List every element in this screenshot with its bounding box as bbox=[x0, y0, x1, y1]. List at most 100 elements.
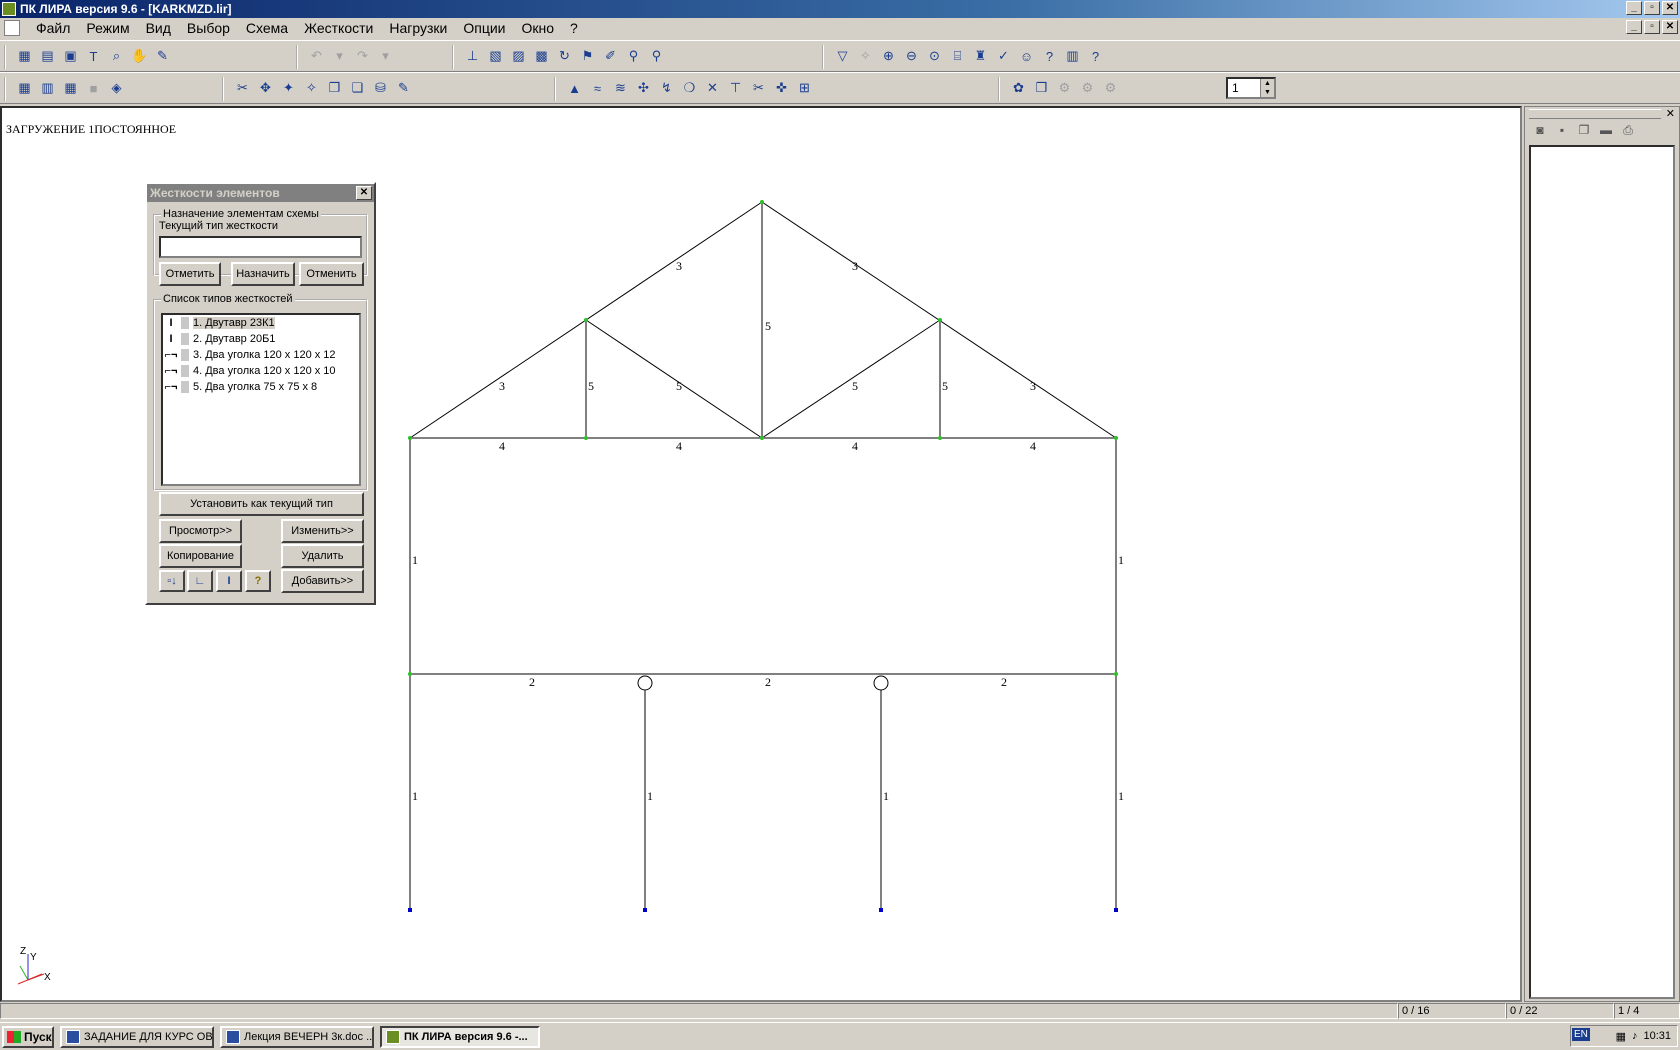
menu-options[interactable]: Опции bbox=[455, 20, 513, 36]
spinner-arrows[interactable]: ▲ ▼ bbox=[1260, 79, 1274, 97]
edit-button[interactable]: Изменить>> bbox=[281, 519, 364, 543]
axes-icon[interactable]: ⊥ bbox=[462, 45, 483, 67]
paste-icon[interactable]: ❏ bbox=[347, 77, 368, 99]
sparkle-icon[interactable]: ✧ bbox=[301, 77, 322, 99]
section-table-icon[interactable]: ▫↓ bbox=[159, 570, 185, 592]
load-area-icon[interactable]: ≋ bbox=[610, 77, 631, 99]
nodes-icon[interactable]: ✣ bbox=[633, 77, 654, 99]
clipboard-icon[interactable]: ❒ bbox=[1031, 77, 1052, 99]
document-icon[interactable] bbox=[4, 20, 20, 36]
copy-button[interactable]: Копирование bbox=[159, 544, 242, 568]
mdi-restore-button[interactable]: ▫ bbox=[1644, 20, 1660, 34]
bottle-icon[interactable]: ♜ bbox=[970, 45, 991, 67]
task-lira[interactable]: ПК ЛИРА версия 9.6 -... bbox=[380, 1025, 540, 1048]
cube-icon[interactable]: ◈ bbox=[106, 77, 127, 99]
gear2-icon[interactable]: ⚙ bbox=[1077, 77, 1098, 99]
panel-close-icon[interactable]: ✕ bbox=[1666, 107, 1675, 120]
mdi-close-button[interactable]: ✕ bbox=[1662, 20, 1678, 34]
open-icon[interactable]: ▤ bbox=[37, 45, 58, 67]
rotate-icon[interactable]: ↻ bbox=[554, 45, 575, 67]
pick-icon[interactable]: ✜ bbox=[771, 77, 792, 99]
move-icon[interactable]: ✥ bbox=[255, 77, 276, 99]
list-item[interactable]: I 1. Двутавр 23К1 bbox=[163, 315, 359, 331]
clock[interactable]: 10:31 bbox=[1643, 1030, 1671, 1042]
menu-stiffness[interactable]: Жесткости bbox=[296, 20, 381, 36]
save-icon[interactable]: ▪ bbox=[1553, 123, 1571, 141]
load-line-icon[interactable]: ≈ bbox=[587, 77, 608, 99]
grid-small-icon[interactable]: ⊞ bbox=[794, 77, 815, 99]
close-button[interactable]: ✕ bbox=[1662, 1, 1678, 15]
menu-select[interactable]: Выбор bbox=[179, 20, 238, 36]
zoom-fit-icon[interactable]: ⊙ bbox=[924, 45, 945, 67]
task-word-1[interactable]: ЗАДАНИЕ ДЛЯ КУРС ОВ... bbox=[60, 1025, 214, 1048]
person-icon[interactable]: ☺ bbox=[1016, 45, 1037, 67]
zoom-out-icon[interactable]: ⊖ bbox=[901, 45, 922, 67]
flower-icon[interactable]: ✿ bbox=[1008, 77, 1029, 99]
hand-icon[interactable]: ✋ bbox=[129, 45, 150, 67]
grid-icon[interactable]: ▦ bbox=[14, 77, 35, 99]
undo-icon[interactable]: ↶ bbox=[306, 45, 327, 67]
book-icon[interactable]: ▥ bbox=[1062, 45, 1083, 67]
help-icon[interactable]: ? bbox=[245, 570, 271, 592]
zoom-icon[interactable]: ⚲ bbox=[623, 45, 644, 67]
save-icon[interactable]: ▣ bbox=[60, 45, 81, 67]
angle-section-icon[interactable]: ∟ bbox=[187, 570, 213, 592]
copy-icon[interactable]: ❐ bbox=[1575, 123, 1593, 141]
redo-dropdown-icon[interactable]: ▾ bbox=[375, 45, 396, 67]
menu-view[interactable]: Вид bbox=[138, 20, 179, 36]
support-icon[interactable]: ▲ bbox=[564, 77, 585, 99]
start-button[interactable]: Пуск bbox=[2, 1025, 54, 1048]
network-icon[interactable]: ▦ bbox=[1616, 1030, 1626, 1043]
list-item[interactable]: ⌐¬ 4. Два уголка 120 x 120 x 10 bbox=[163, 363, 359, 379]
set-current-button[interactable]: Установить как текущий тип bbox=[159, 492, 364, 516]
dialog-title-bar[interactable]: Жесткости элементов ✕ bbox=[147, 184, 374, 202]
help-icon[interactable]: ? bbox=[1085, 45, 1106, 67]
menu-help[interactable]: ? bbox=[562, 20, 586, 36]
find-icon[interactable]: ⌕ bbox=[106, 45, 127, 67]
menu-scheme[interactable]: Схема bbox=[238, 20, 296, 36]
new-icon[interactable]: ▦ bbox=[14, 45, 35, 67]
scissors-icon[interactable]: ✂ bbox=[748, 77, 769, 99]
gear3-icon[interactable]: ⚙ bbox=[1100, 77, 1121, 99]
stiffness-list[interactable]: I 1. Двутавр 23К1 I 2. Двутавр 20Б1 ⌐¬ 3. Д… bbox=[161, 313, 361, 486]
xy-view-icon[interactable]: ▨ bbox=[508, 45, 529, 67]
jar-icon[interactable]: ⛁ bbox=[370, 77, 391, 99]
task-word-2[interactable]: Лекция ВЕЧЕРН 3к.doc ... bbox=[220, 1025, 374, 1048]
add-button[interactable]: Добавить>> bbox=[281, 569, 364, 593]
wrench-icon[interactable]: ✎ bbox=[393, 77, 414, 99]
menu-loads[interactable]: Нагрузки bbox=[381, 20, 455, 36]
frame-icon[interactable]: ⌸ bbox=[947, 45, 968, 67]
menu-window[interactable]: Окно bbox=[513, 20, 562, 36]
table-icon[interactable]: ▦ bbox=[60, 77, 81, 99]
cancel-assign-button[interactable]: Отменить bbox=[299, 262, 364, 286]
pencil-icon[interactable]: ✐ bbox=[600, 45, 621, 67]
i-section-icon[interactable]: I bbox=[216, 570, 242, 592]
list-item[interactable]: ⌐¬ 3. Два уголка 120 x 120 x 12 bbox=[163, 347, 359, 363]
maximize-button[interactable]: ▫ bbox=[1644, 1, 1660, 15]
list-item[interactable]: ⌐¬ 5. Два уголка 75 x 75 x 8 bbox=[163, 379, 359, 395]
list-item[interactable]: I 2. Двутавр 20Б1 bbox=[163, 331, 359, 347]
minimize-button[interactable]: _ bbox=[1626, 1, 1642, 15]
screen-icon[interactable]: ▬ bbox=[1597, 123, 1615, 141]
volume-icon[interactable]: ♪ bbox=[1632, 1030, 1638, 1042]
cross-icon[interactable]: ✕ bbox=[702, 77, 723, 99]
whats-this-icon[interactable]: ? bbox=[1039, 45, 1060, 67]
yz-view-icon[interactable]: ▩ bbox=[531, 45, 552, 67]
assign-button[interactable]: Назначить bbox=[231, 262, 295, 286]
node-filter-icon[interactable]: ✧ bbox=[855, 45, 876, 67]
mdi-minimize-button[interactable]: _ bbox=[1626, 20, 1642, 34]
bars-icon[interactable]: ▥ bbox=[37, 77, 58, 99]
undo-dropdown-icon[interactable]: ▾ bbox=[329, 45, 350, 67]
block-icon[interactable]: ■ bbox=[83, 77, 104, 99]
load-case-spinner[interactable]: 1 ▲ ▼ bbox=[1226, 77, 1276, 99]
zoom-window-icon[interactable]: ⚲ bbox=[646, 45, 667, 67]
camera-icon[interactable]: ◙ bbox=[1531, 123, 1549, 141]
add-node-icon[interactable]: ✦ bbox=[278, 77, 299, 99]
current-type-field[interactable] bbox=[159, 236, 362, 258]
copy-icon[interactable]: ❐ bbox=[324, 77, 345, 99]
gear-icon[interactable]: ⚙ bbox=[1054, 77, 1075, 99]
zoom-in-icon[interactable]: ⊕ bbox=[878, 45, 899, 67]
redo-icon[interactable]: ↷ bbox=[352, 45, 373, 67]
view-button[interactable]: Просмотр>> bbox=[159, 519, 242, 543]
print-icon[interactable]: ⎙ bbox=[1619, 123, 1637, 141]
